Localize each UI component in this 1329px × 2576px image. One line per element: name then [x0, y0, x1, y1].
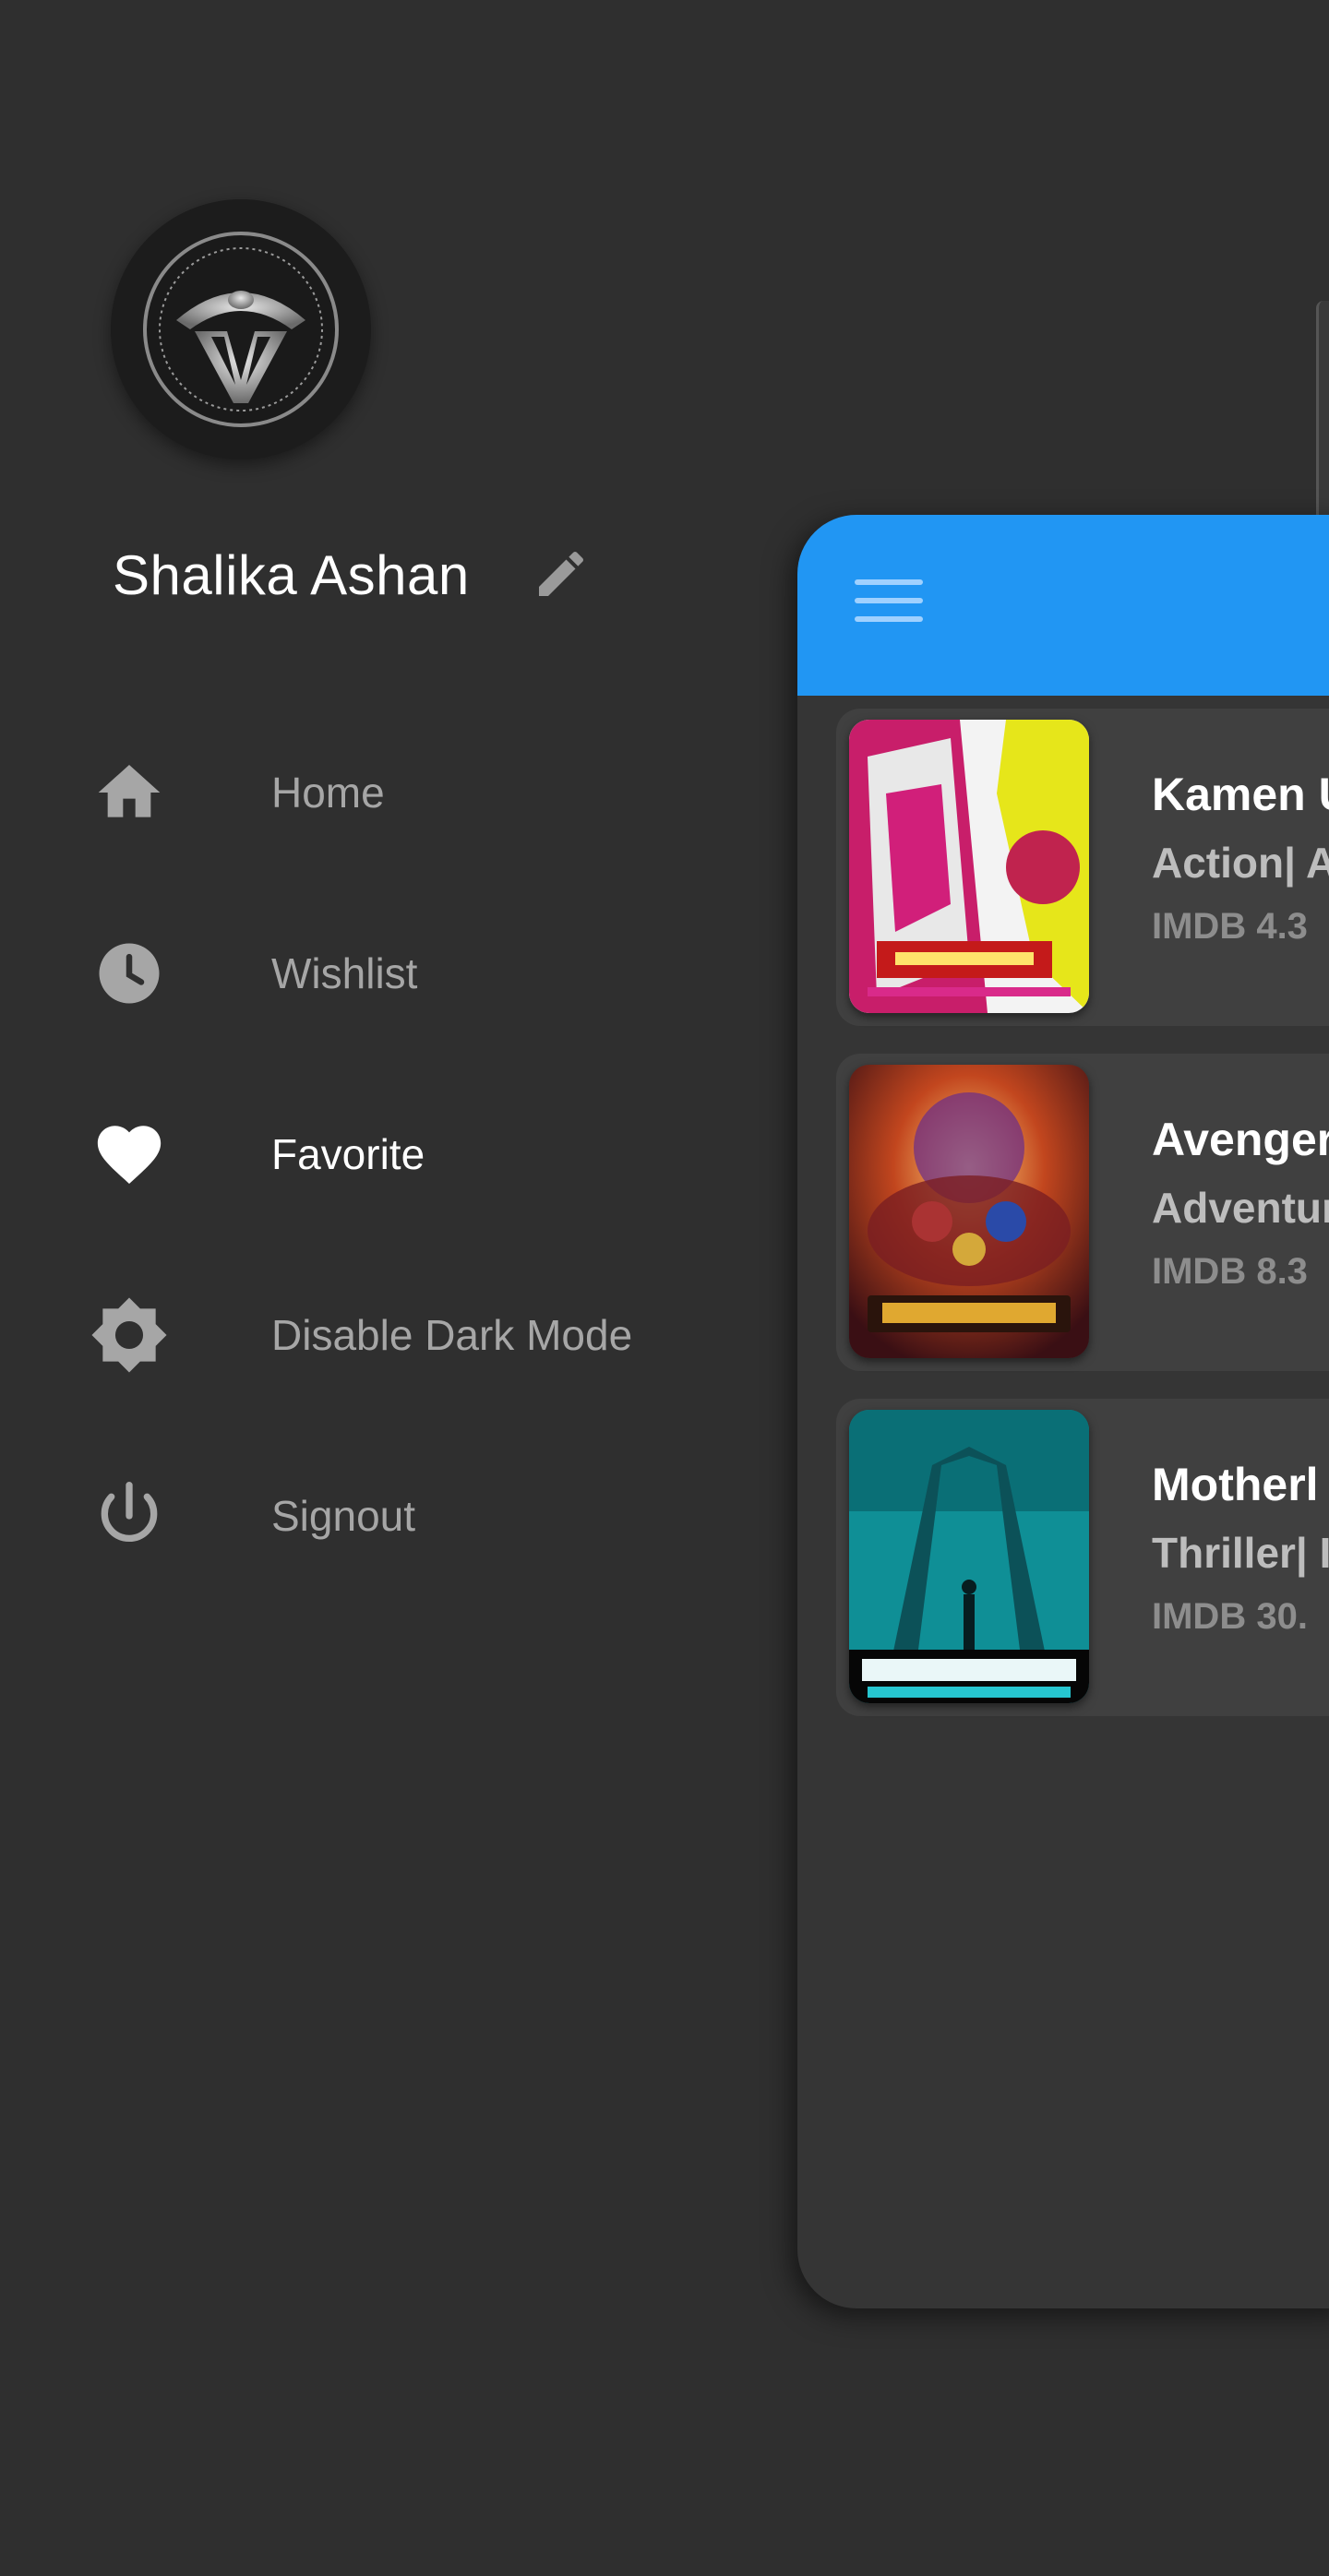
menu-item-label: Signout — [271, 1492, 416, 1540]
menu-icon[interactable] — [855, 579, 923, 631]
edit-name-icon[interactable] — [532, 544, 591, 603]
menu-item-label: Disable Dark Mode — [271, 1311, 633, 1359]
menu-item-home[interactable]: Home — [89, 742, 698, 843]
movie-rating: IMDB 30. — [1152, 1596, 1308, 1637]
avatar[interactable] — [111, 199, 371, 459]
movie-poster — [849, 720, 1089, 1013]
movie-genre: Adventur — [1152, 1184, 1329, 1232]
brightness-icon — [89, 1294, 170, 1376]
menu-item-dark-mode[interactable]: Disable Dark Mode — [89, 1284, 698, 1386]
movie-title: Motherl — [1152, 1459, 1319, 1510]
movie-title: Avenger — [1152, 1114, 1329, 1165]
menu-item-favorite[interactable]: Favorite — [89, 1103, 698, 1205]
movie-card[interactable]: Kamen U Action| A IMDB 4.3 — [836, 709, 1329, 1026]
movie-card[interactable]: Avenger Adventur IMDB 8.3 — [836, 1054, 1329, 1371]
menu-item-wishlist[interactable]: Wishlist — [89, 923, 698, 1024]
movie-poster — [849, 1065, 1089, 1358]
movie-card[interactable]: Motherl Thriller| I IMDB 30. — [836, 1399, 1329, 1716]
menu-item-label: Home — [271, 769, 385, 817]
movie-genre: Action| A — [1152, 839, 1329, 887]
power-icon — [89, 1475, 170, 1556]
shield-logo-icon — [143, 232, 339, 427]
app-bar — [797, 515, 1329, 696]
menu-item-label: Wishlist — [271, 949, 418, 997]
movie-rating: IMDB 8.3 — [1152, 1251, 1308, 1292]
menu-item-label: Favorite — [271, 1130, 425, 1178]
user-name-row: Shalika Ashan — [113, 533, 470, 616]
menu-item-signout[interactable]: Signout — [89, 1465, 698, 1567]
movie-title: Kamen U — [1152, 769, 1329, 820]
heart-icon — [89, 1114, 170, 1195]
movie-genre: Thriller| I — [1152, 1529, 1329, 1577]
movie-poster — [849, 1410, 1089, 1703]
main-content-panel[interactable]: Kamen U Action| A IMDB 4.3 — [797, 515, 1329, 2308]
clock-icon — [89, 933, 170, 1014]
home-icon — [89, 752, 170, 833]
user-name: Shalika Ashan — [113, 543, 470, 606]
movie-rating: IMDB 4.3 — [1152, 906, 1308, 947]
